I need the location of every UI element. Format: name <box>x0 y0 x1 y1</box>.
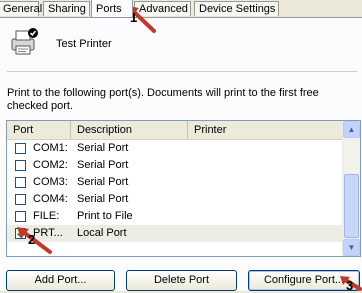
column-description[interactable]: Description <box>71 121 188 139</box>
port-name: COM1: <box>33 142 68 154</box>
port-checkbox[interactable] <box>15 143 26 154</box>
printer-name: Test Printer <box>56 38 112 50</box>
list-header: Port Description Printer <box>7 121 343 140</box>
port-name: COM4: <box>33 193 68 205</box>
tab-general[interactable]: General <box>0 1 42 16</box>
port-name: COM2: <box>33 159 68 171</box>
scroll-down-button[interactable]: ▼ <box>343 239 360 256</box>
port-name: COM3: <box>33 176 68 188</box>
table-row[interactable]: FILE: Print to File <box>7 208 343 225</box>
port-checkbox[interactable] <box>15 177 26 188</box>
port-description: Serial Port <box>77 159 129 171</box>
tab-sharing[interactable]: Sharing <box>43 1 90 16</box>
table-row[interactable]: COM4: Serial Port <box>7 191 343 208</box>
add-port-button[interactable]: Add Port... <box>6 270 115 291</box>
port-checkbox[interactable] <box>15 194 26 205</box>
tab-strip: General Sharing Ports Advanced Device Se… <box>0 0 362 18</box>
column-printer[interactable]: Printer <box>188 121 343 139</box>
table-row[interactable]: COM1: Serial Port <box>7 140 343 157</box>
printer-icon <box>11 28 38 55</box>
tab-ports[interactable]: Ports <box>91 0 133 17</box>
tab-device-settings[interactable]: Device Settings <box>194 1 279 16</box>
port-checkbox[interactable] <box>15 160 26 171</box>
ports-rows: COM1: Serial Port COM2: Serial Port COM3… <box>7 140 343 242</box>
separator <box>7 71 357 72</box>
vertical-scrollbar[interactable]: ▲ ▼ <box>342 121 360 256</box>
ports-list[interactable]: Port Description Printer COM1: Serial Po… <box>6 120 361 257</box>
table-row-selected[interactable]: PRT... Local Port <box>7 225 343 242</box>
port-name: FILE: <box>33 210 60 222</box>
port-description: Serial Port <box>77 176 129 188</box>
scroll-up-button[interactable]: ▲ <box>343 121 360 138</box>
delete-port-button[interactable]: Delete Port <box>126 270 237 291</box>
port-checkbox[interactable] <box>15 211 26 222</box>
port-description: Serial Port <box>77 142 129 154</box>
port-description: Serial Port <box>77 193 129 205</box>
port-description: Print to File <box>77 210 133 222</box>
scroll-thumb[interactable] <box>344 174 359 238</box>
table-row[interactable]: COM2: Serial Port <box>7 157 343 174</box>
column-port[interactable]: Port <box>7 121 71 139</box>
ports-description: Print to the following port(s). Document… <box>7 87 319 112</box>
annotation-number-2: 2 <box>28 232 36 247</box>
table-row[interactable]: COM3: Serial Port <box>7 174 343 191</box>
port-description: Local Port <box>77 227 127 239</box>
